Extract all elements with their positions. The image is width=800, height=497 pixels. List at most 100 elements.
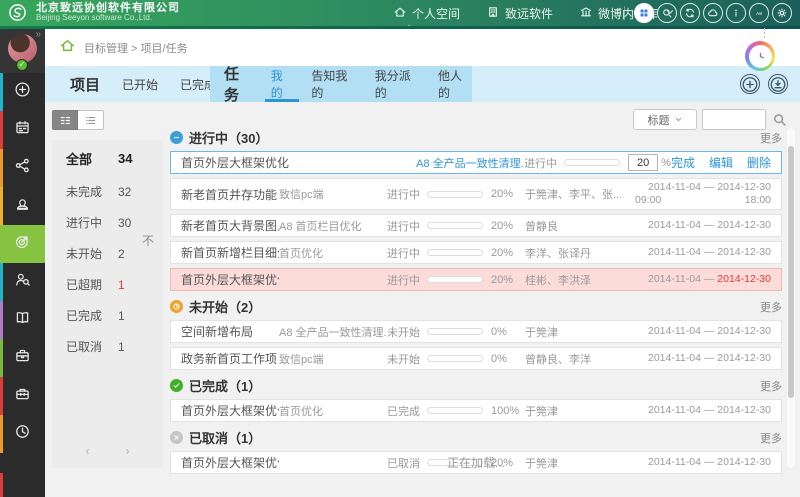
filter-overdue[interactable]: 已超期1 xyxy=(52,269,163,300)
a8-badge-icon-button[interactable]: A8 xyxy=(749,3,769,23)
filter-count: 30 xyxy=(118,216,148,230)
section-cancelled-badge-icon[interactable] xyxy=(170,431,183,444)
task-row[interactable]: 空间新增布局A8 全产品一致性清理..未开始0%于筦津2014-11-04 — … xyxy=(170,320,782,343)
add-task-button[interactable] xyxy=(740,74,760,94)
topbar-divider xyxy=(624,6,625,20)
search-field-select[interactable]: 标题 xyxy=(633,109,697,130)
sidebar-next-item-stripe xyxy=(0,473,3,497)
tab-task-title[interactable]: 任务 xyxy=(224,63,253,105)
task-title: 首页外层大框架优化 xyxy=(181,154,416,171)
scrollbar-track xyxy=(787,128,795,468)
task-title: 新老首页并存功能（确认新老框架切换的方式） xyxy=(181,186,279,203)
tab-task-assigned-by-me[interactable]: 我分派的 xyxy=(375,66,420,102)
task-status: 未开始 xyxy=(387,351,427,367)
task-row[interactable]: 首页外层大框架优化进行中20%桂彬、李洪泽2014-11-04 — 2014-1… xyxy=(170,268,782,291)
topbar-accent-strip xyxy=(0,26,800,29)
sidebar-item-contacts[interactable] xyxy=(0,263,45,301)
scrollbar-thumb[interactable] xyxy=(788,146,794,398)
task-row[interactable]: 新首页新增栏目细分首页优化进行中20%李洋、张译丹2014-11-04 — 20… xyxy=(170,241,782,264)
apps-launcher-icon-button[interactable] xyxy=(634,3,654,23)
task-progress-pct: 20% xyxy=(491,188,525,200)
section-header-done: 已完成（1）更多 xyxy=(170,376,782,395)
time-end: 18:00 xyxy=(745,194,771,207)
tab-task-informed[interactable]: 告知我的 xyxy=(311,66,356,102)
task-status: 已完成 xyxy=(387,403,427,419)
sidebar-item-work[interactable] xyxy=(0,339,45,377)
filter-unfinished[interactable]: 未完成32 xyxy=(52,176,163,207)
action-delete-link[interactable]: 删除 xyxy=(747,154,771,171)
tab-project-0[interactable]: 已开始 xyxy=(122,66,158,102)
task-title: 首页外层大框架优化 xyxy=(181,271,279,288)
section-not-started-badge-icon[interactable] xyxy=(170,300,183,313)
progress-input[interactable] xyxy=(628,154,658,171)
settings-icon-button[interactable] xyxy=(772,3,792,23)
assistant-widget[interactable] xyxy=(745,41,775,71)
task-date-range: 2014-11-04 — 2014-12-30 xyxy=(648,246,771,258)
sidebar-item-goals[interactable] xyxy=(0,225,45,263)
filter-all[interactable]: 全部34 xyxy=(52,140,163,176)
view-toggle-tree-button[interactable] xyxy=(52,110,78,130)
section-done-badge-icon[interactable] xyxy=(170,379,183,392)
breadcrumb[interactable]: 目标管理 > 项目/任务 xyxy=(84,40,188,56)
sidebar-item-create[interactable] xyxy=(0,73,45,111)
topnav-personal-space[interactable]: 个人空间 xyxy=(393,0,460,26)
task-assignees: 曾静良、李洋 xyxy=(525,351,621,367)
action-complete-link[interactable]: 完成 xyxy=(671,154,695,171)
task-status: 进行中 xyxy=(387,186,427,202)
sidebar-item-workflow[interactable] xyxy=(0,149,45,187)
task-row[interactable]: 新老首页并存功能（确认新老框架切换的方式）致信pc端进行中20%于筦津、李平、张… xyxy=(170,178,782,210)
section-more-link[interactable]: 更多 xyxy=(760,130,782,146)
filter-pager: ‹ › xyxy=(52,444,163,458)
pager-next-icon[interactable]: › xyxy=(126,444,130,458)
export-download-button[interactable] xyxy=(768,74,788,94)
task-title: 政务新首页工作项 xyxy=(181,350,279,367)
view-toggle-list-button[interactable] xyxy=(78,110,104,130)
task-date-range: 2014-11-04 — 2014-12-30 xyxy=(648,325,771,337)
filter-cancelled[interactable]: 已取消1 xyxy=(52,331,163,362)
section-in-progress-badge-icon[interactable] xyxy=(170,131,183,144)
stamp-icon xyxy=(14,195,31,217)
pager-prev-icon[interactable]: ‹ xyxy=(86,444,90,458)
task-status: 进行中 xyxy=(524,155,564,171)
tab-task-others[interactable]: 他人的 xyxy=(438,66,472,102)
tab-task-mine[interactable]: 我的 xyxy=(271,66,294,102)
action-edit-link[interactable]: 编辑 xyxy=(709,154,733,171)
sidebar-item-seal[interactable] xyxy=(0,187,45,225)
task-progress-pct: 0% xyxy=(491,326,525,338)
task-progressbar xyxy=(427,407,483,414)
cloud-icon-button[interactable] xyxy=(703,3,723,23)
filter-done[interactable]: 已完成1 xyxy=(52,300,163,331)
sidebar-item-time[interactable] xyxy=(0,415,45,453)
search-icon-button[interactable] xyxy=(657,3,677,23)
search-button[interactable] xyxy=(771,111,788,128)
section-more-link[interactable]: 更多 xyxy=(760,430,782,446)
date-end: 2014-12-30 xyxy=(717,325,771,337)
task-assignees: 桂彬、李洪泽 xyxy=(525,272,621,288)
sidebar-item-schedule[interactable] xyxy=(0,111,45,149)
calendar-icon xyxy=(14,119,31,141)
task-row[interactable]: 首页外层大框架优化A8 全产品一致性清理..进行中%完成编辑删除 xyxy=(170,151,782,174)
sidebar-item-toolbox[interactable] xyxy=(0,377,45,415)
info-icon-button[interactable] xyxy=(726,3,746,23)
section-header-in-progress: 进行中（30）更多 xyxy=(170,128,782,147)
assistant-clock-icon xyxy=(749,45,772,68)
task-row[interactable]: 政务新首页工作项致信pc端未开始0%曾静良、李洋2014-11-04 — 201… xyxy=(170,347,782,370)
section-more-link[interactable]: 更多 xyxy=(760,299,782,315)
task-status: 进行中 xyxy=(387,218,427,234)
search-input[interactable] xyxy=(702,109,766,130)
topnav-seeyon-software[interactable]: 致远软件 xyxy=(486,0,553,26)
company-name: 北京致远协创软件有限公司 Beijing Seeyon software Co.… xyxy=(36,2,180,23)
view-toggles xyxy=(52,110,104,130)
sync-icon-button[interactable] xyxy=(680,3,700,23)
task-assignees: 于筦津 xyxy=(525,403,621,419)
date-end: 2014-12-30 xyxy=(717,219,771,231)
tab-project-title[interactable]: 项目 xyxy=(70,74,100,95)
bank-icon xyxy=(579,5,593,22)
task-row[interactable]: 新老首页大背景图上传A8 首页栏目优化进行中20%曾静良2014-11-04 —… xyxy=(170,214,782,237)
sidebar-expand-icon[interactable]: » xyxy=(35,29,41,40)
sidebar-item-knowledge[interactable] xyxy=(0,301,45,339)
task-progress-pct: 20% xyxy=(491,247,525,259)
section-more-link[interactable]: 更多 xyxy=(760,378,782,394)
task-row[interactable]: 首页外层大框架优化首页优化已完成100%于筦津2014-11-04 — 2014… xyxy=(170,399,782,422)
task-project-link[interactable]: A8 全产品一致性清理.. xyxy=(416,155,524,171)
